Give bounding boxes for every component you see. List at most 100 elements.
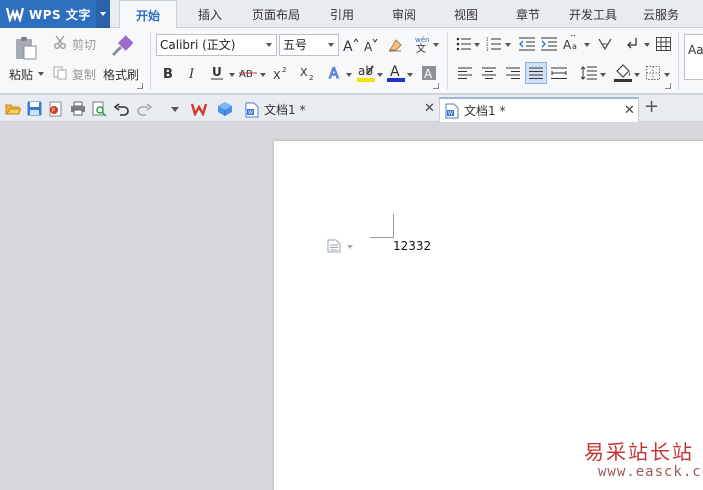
increase-indent-icon[interactable]	[540, 36, 558, 52]
font-color-dropdown-icon[interactable]	[407, 73, 413, 77]
save-icon[interactable]	[26, 100, 43, 117]
strikethrough-icon[interactable]: AB	[239, 64, 259, 82]
paste-icon[interactable]	[12, 34, 40, 62]
print-icon[interactable]	[69, 100, 86, 117]
line-spacing-dropdown-icon[interactable]	[600, 73, 606, 77]
line-spacing-icon[interactable]	[580, 65, 598, 81]
grow-font-icon[interactable]: A	[343, 36, 359, 54]
phonetic-guide-icon[interactable]: wén 文	[413, 34, 431, 54]
svg-text:A: A	[424, 67, 433, 80]
paragraph-launcher-icon[interactable]	[665, 83, 671, 89]
export-pdf-icon[interactable]: P	[47, 100, 64, 117]
underline-dropdown-icon[interactable]	[229, 73, 235, 77]
decrease-indent-icon[interactable]	[518, 36, 536, 52]
doc-tab-1[interactable]: W 文档1 * ✕	[240, 97, 436, 122]
character-shading-icon[interactable]: A	[421, 64, 437, 82]
cut-button[interactable]: 剪切	[72, 36, 96, 53]
chinese-layout-icon[interactable]	[596, 36, 614, 52]
close-icon[interactable]: ✕	[624, 103, 635, 118]
wps-app-menu-button[interactable]: WPS 文字	[0, 0, 110, 28]
tab-cloud-services[interactable]: 云服务	[636, 0, 686, 28]
svg-text:wén: wén	[415, 36, 429, 44]
print-preview-icon[interactable]	[91, 100, 108, 117]
text-effect-dropdown-icon[interactable]	[346, 73, 352, 77]
distribute-icon[interactable]	[551, 65, 567, 81]
copy-button[interactable]: 复制	[72, 66, 96, 83]
font-color-icon[interactable]: A	[387, 63, 405, 83]
bullets-icon[interactable]	[455, 36, 473, 52]
style-preview[interactable]: Aa	[684, 34, 703, 80]
menu-bar: WPS 文字 开始 插入 页面布局 引用 审阅 视图 章节 开发工具 云服务	[0, 0, 703, 29]
customize-toolbar-dropdown-icon[interactable]	[171, 107, 179, 112]
change-case-dropdown-icon[interactable]	[584, 43, 590, 47]
paragraph-layout-icon[interactable]	[327, 239, 341, 253]
copy-icon[interactable]	[52, 65, 68, 81]
paragraph-layout-dropdown-icon[interactable]	[347, 245, 353, 249]
svg-text:2: 2	[309, 74, 313, 81]
align-left-icon[interactable]	[457, 65, 473, 81]
text-effect-icon[interactable]: A	[327, 64, 345, 82]
svg-text:B: B	[163, 67, 173, 80]
paste-button[interactable]: 粘贴	[9, 66, 33, 83]
tab-page-layout[interactable]: 页面布局	[246, 0, 306, 28]
numbering-dropdown-icon[interactable]	[505, 43, 511, 47]
font-size-select[interactable]: 五号	[279, 34, 339, 56]
paste-dropdown-icon[interactable]	[38, 72, 44, 76]
format-painter-button[interactable]: 格式刷	[103, 66, 139, 83]
redo-icon[interactable]	[136, 100, 153, 117]
svg-text:I: I	[188, 67, 195, 80]
table-icon[interactable]	[654, 36, 672, 52]
font-name-select[interactable]: Calibri (正文)	[156, 34, 277, 56]
tab-review[interactable]: 审阅	[384, 0, 424, 28]
tab-insert[interactable]: 插入	[188, 0, 232, 28]
line-break-dropdown-icon[interactable]	[644, 43, 650, 47]
open-icon[interactable]	[4, 100, 21, 117]
tab-references[interactable]: 引用	[322, 0, 362, 28]
svg-text:W: W	[448, 111, 453, 117]
undo-icon[interactable]	[113, 100, 130, 117]
borders-icon[interactable]	[645, 65, 661, 81]
svg-text:a: a	[572, 42, 577, 51]
shading-icon[interactable]	[614, 63, 632, 83]
bullets-dropdown-icon[interactable]	[474, 43, 480, 47]
new-tab-plus-icon[interactable]: +	[644, 97, 659, 117]
phonetic-dropdown-icon[interactable]	[433, 43, 439, 47]
doc-tab-2[interactable]: W 文档1 * ✕	[439, 97, 639, 122]
borders-dropdown-icon[interactable]	[664, 73, 670, 77]
subscript-icon[interactable]: X2	[299, 64, 317, 82]
numbering-icon[interactable]: 123	[485, 36, 503, 52]
align-right-icon[interactable]	[505, 65, 521, 81]
underline-icon[interactable]: U	[209, 64, 225, 82]
highlight-dropdown-icon[interactable]	[377, 73, 383, 77]
change-case-icon[interactable]: Aa	[563, 34, 583, 54]
watermark-url: www.easck.com	[598, 464, 703, 480]
tab-start[interactable]: 开始	[119, 0, 177, 29]
margin-corner-mark	[370, 214, 394, 238]
italic-icon[interactable]: I	[185, 64, 201, 82]
superscript-icon[interactable]: X2	[272, 64, 290, 82]
cloud-docs-icon[interactable]	[216, 100, 233, 117]
clear-format-icon[interactable]	[387, 36, 403, 54]
shrink-font-icon[interactable]: A	[363, 36, 379, 54]
bold-icon[interactable]: B	[160, 64, 176, 82]
align-center-icon[interactable]	[481, 65, 497, 81]
tab-view[interactable]: 视图	[446, 0, 486, 28]
svg-text:AB: AB	[239, 69, 253, 80]
strikethrough-dropdown-icon[interactable]	[260, 73, 266, 77]
clipboard-launcher-icon[interactable]	[137, 83, 143, 89]
close-icon[interactable]: ✕	[424, 101, 435, 116]
format-painter-icon[interactable]	[108, 34, 134, 60]
line-break-icon[interactable]	[625, 36, 641, 52]
wps-home-icon[interactable]	[190, 100, 207, 117]
document-body-text[interactable]: 12332	[393, 239, 431, 253]
font-launcher-icon[interactable]	[433, 83, 439, 89]
tab-chapter[interactable]: 章节	[508, 0, 548, 28]
highlight-icon[interactable]: ab	[357, 63, 375, 83]
app-menu-dropdown-icon[interactable]	[96, 0, 110, 28]
svg-text:2: 2	[282, 66, 286, 74]
svg-text:X: X	[300, 66, 308, 79]
scissors-icon[interactable]	[52, 34, 68, 50]
justify-icon[interactable]	[525, 62, 547, 84]
tab-developer-tools[interactable]: 开发工具	[562, 0, 624, 28]
shading-dropdown-icon[interactable]	[634, 73, 640, 77]
